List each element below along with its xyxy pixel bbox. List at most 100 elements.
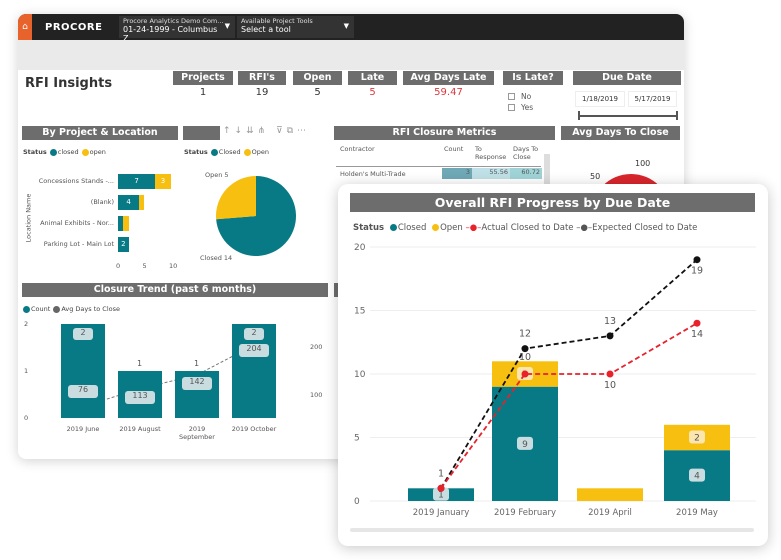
visual-toolbar-icons[interactable]: ↑↓⇊⋔ ⊽⧉⋯ [223,126,310,136]
divider [336,166,541,167]
top-bar: ⌂ PROCORE Procore Analytics Demo Com... … [18,14,684,43]
closure-metrics-header: RFI Closure Metrics [334,126,555,140]
line-value-label: 12 [519,329,531,340]
x-category: 2019 April [588,508,632,518]
y-tick: 0 [354,497,360,507]
avg-days-label: 76 [68,384,98,398]
trend-category: 2019 October [231,425,277,433]
home-icon[interactable]: ⌂ [18,14,32,40]
x-tick: 0 [116,262,121,270]
category-label: Concessions Stands -... [38,177,114,185]
slider-start-handle[interactable] [578,111,580,120]
count-label: 2 [244,328,264,340]
bar-value-label: 2 [694,434,700,444]
bar-value-label: 7 [134,177,139,185]
line-point [521,370,529,378]
pie-slice-Open [216,176,256,220]
kpi-header: Projects [173,71,233,85]
closure-trend-header: Closure Trend (past 6 months) [22,283,328,297]
line-value-label: 13 [604,316,616,327]
line-point [606,370,614,378]
slider-end-handle[interactable] [676,111,678,120]
x-category: 2019 February [494,508,556,518]
bar-value-label: 9 [522,440,528,450]
col-contractor: Contractor [340,145,375,153]
line-value-label: 14 [691,329,703,340]
legend-title: Status [23,148,47,156]
due-date-header: Due Date [573,71,681,85]
is-late-yes-label: Yes [521,103,534,112]
toolbar-strip [18,40,684,70]
bar-open [123,216,129,231]
is-late-no-label: No [521,92,532,101]
bar-value-label: 4 [126,198,131,206]
progress-chart: 0 5 10 15 20 1 2019 January 9 2 2019 February 2019… [354,243,756,518]
start-date-input[interactable]: 1/18/2019 [575,91,625,107]
kpi-value: 5 [314,87,321,98]
by-location-header: By Project & Location [22,126,178,140]
line-value-label: 19 [691,266,703,277]
is-late-no-checkbox[interactable] [508,93,515,100]
line-value-label: 10 [604,380,616,391]
end-date-input[interactable]: 5/17/2019 [628,91,677,107]
category-label: (Blank) [90,198,114,206]
kpi-header: Late [348,71,397,85]
procore-logo: PROCORE [45,22,103,33]
trend-category: 2019 June [66,425,100,433]
cell-days-to-close: 60.72 [510,168,542,179]
category-label: Parking Lot - Main Lot [43,240,114,248]
legend-avg-days: Avg Days to Close [61,305,121,313]
x-category: 2019 May [676,508,718,518]
line-actual-closed-to-date [440,322,698,489]
avg-days-label: 113 [125,390,155,404]
horizontal-scrollbar[interactable] [350,528,754,532]
project-dropdown-label: Procore Analytics Demo Com... [123,17,224,25]
kpi-value: 1 [199,87,207,98]
by-location-legend: Status closed open [23,148,106,156]
y-tick: 15 [354,307,365,317]
bar-open [577,488,643,501]
col-to-response: To Response [475,145,507,161]
is-late-header: Is Late? [503,71,563,85]
date-range-slider[interactable] [579,115,677,117]
bar-value-label: 2 [121,240,126,248]
pie-header [183,126,220,140]
avg-days-header: Avg Days To Close [561,126,680,140]
kpi-header: Open [293,71,342,85]
closure-trend-legend: Count Avg Days to Close [23,305,120,313]
col-days-to-close: Days To Close [513,145,539,161]
line-value-label: 1 [438,468,444,479]
pie-label-closed: Closed 14 [200,254,233,262]
legend-open: open [89,148,106,156]
count-label: 1 [194,359,200,368]
count-label: 1 [137,359,143,368]
y-tick: 20 [354,243,366,253]
tools-dropdown[interactable]: Available Project Tools Select a tool ▼ [237,16,354,38]
gauge-tick-100: 100 [635,159,651,168]
kpi-value: 59.47 [434,87,463,98]
cell-to-response: 55.56 [472,168,510,179]
chevron-down-icon: ▼ [343,22,349,30]
kpi-value: 19 [255,87,269,98]
x-tick: 10 [169,262,178,270]
project-dropdown[interactable]: Procore Analytics Demo Com... 01-24-1999… [119,16,235,43]
chevron-down-icon: ▼ [224,22,230,30]
tools-dropdown-value: Select a tool [241,25,291,34]
cell-contractor: Holden's Multi-Trade [340,170,406,178]
trend-category: 2019 August [119,425,161,433]
legend-count: Count [31,305,51,313]
avg-days-line [82,344,255,407]
bar-open [139,195,145,210]
bar-value-label: 3 [160,177,166,185]
avg-days-label: 204 [239,344,269,358]
col-count: Count [444,145,464,153]
line-point [693,256,701,264]
trend-category: 2019 September [179,425,215,441]
line-point [437,484,445,492]
tools-dropdown-label: Available Project Tools [241,17,313,25]
bar-value-label: 1 [438,491,444,501]
kpi-header: Avg Days Late [403,71,494,85]
bar-value-label: 4 [694,472,700,482]
x-tick: 5 [142,262,147,270]
is-late-yes-checkbox[interactable] [508,104,515,111]
